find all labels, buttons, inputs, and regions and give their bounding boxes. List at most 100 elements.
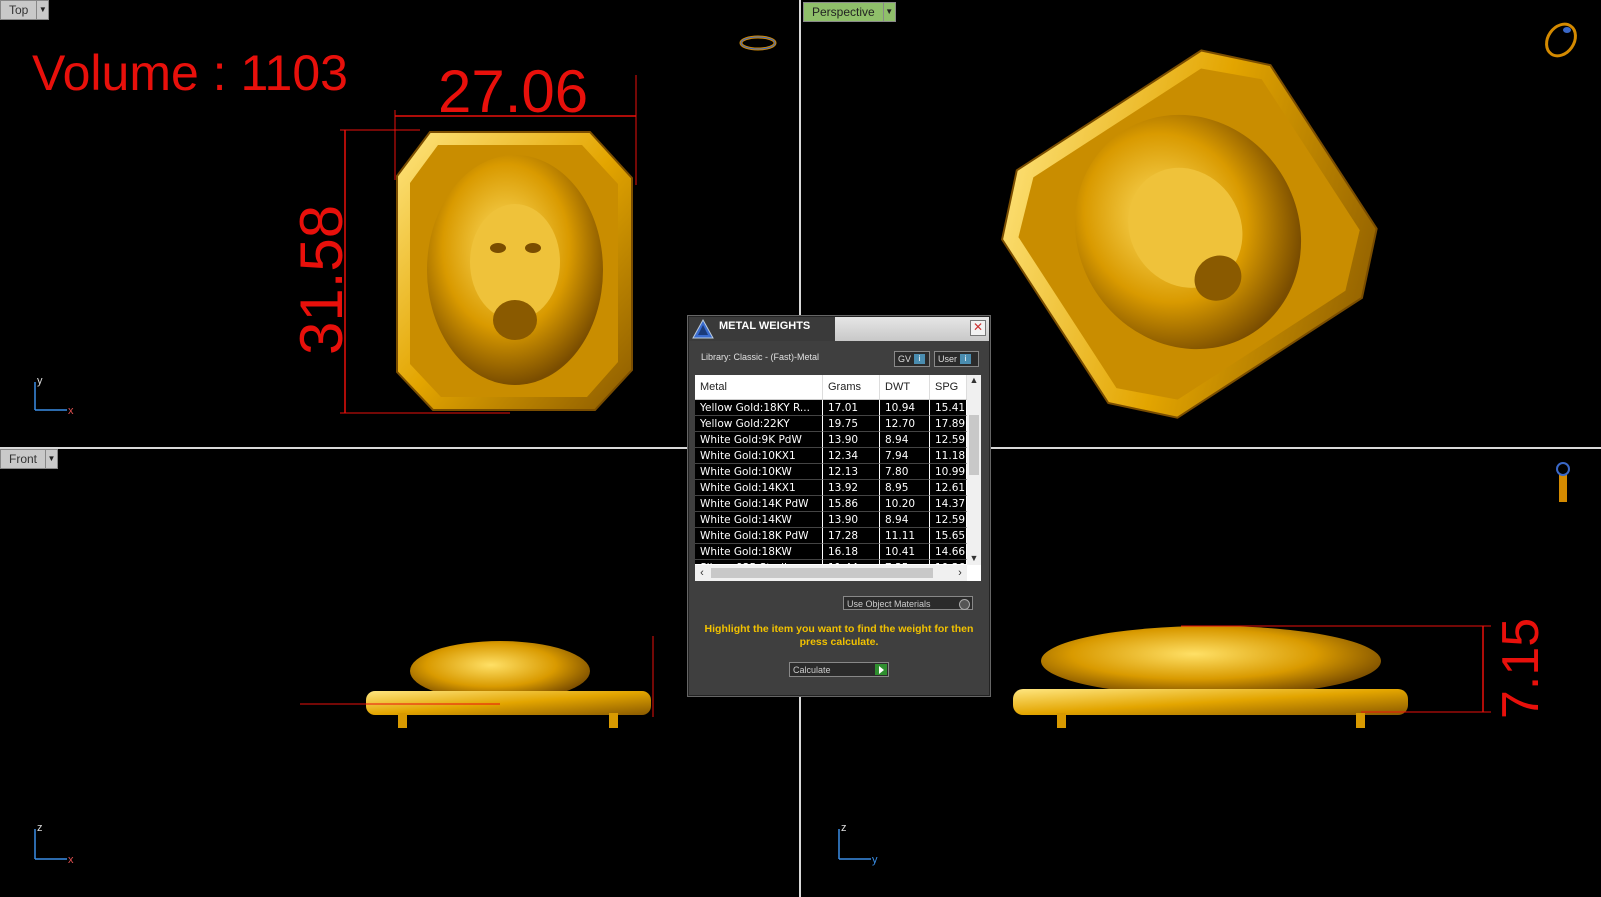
cell-metal: White Gold:14KW <box>695 512 823 528</box>
cell-grams: 12.34 <box>823 448 880 464</box>
matrix-logo-icon <box>692 319 714 339</box>
table-row[interactable]: White Gold:14KW 13.90 8.94 12.59 <box>695 512 967 528</box>
viewport-label-perspective: Perspective <box>803 1 884 22</box>
cell-dwt: 8.95 <box>880 480 930 496</box>
cell-metal: Silver:.925 Sterling <box>695 560 823 564</box>
table-row[interactable]: Yellow Gold:22KY 19.75 12.70 17.89 <box>695 416 967 432</box>
viewport-tab-perspective[interactable]: Perspective ▼ <box>803 1 896 22</box>
ring-perspective-icon[interactable] <box>1541 19 1582 62</box>
cell-metal: White Gold:10KX1 <box>695 448 823 464</box>
lion-plate-top[interactable] <box>396 131 633 411</box>
chevron-down-icon[interactable]: ▼ <box>46 449 59 469</box>
scroll-left-icon[interactable]: ‹ <box>695 565 709 581</box>
cell-grams: 13.92 <box>823 480 880 496</box>
cell-grams: 17.01 <box>823 400 880 416</box>
user-toggle-label: User <box>938 354 958 364</box>
cell-grams: 19.75 <box>823 416 880 432</box>
cell-spg: 15.65 <box>930 528 967 544</box>
lion-plate-right[interactable] <box>1013 626 1408 728</box>
cell-dwt: 12.70 <box>880 416 930 432</box>
calculate-label: Calculate <box>793 665 831 675</box>
cell-spg: 11.18 <box>930 448 967 464</box>
cell-metal: White Gold:10KW <box>695 464 823 480</box>
viewport-front[interactable]: z x Front ▼ <box>0 449 799 897</box>
table-row[interactable]: White Gold:18K PdW 17.28 11.11 15.65 <box>695 528 967 544</box>
scroll-up-icon[interactable]: ▲ <box>967 375 981 387</box>
viewport-tab-front[interactable]: Front ▼ <box>0 449 59 469</box>
info-icon[interactable]: i <box>960 354 972 364</box>
table-row[interactable]: White Gold:10KW 12.13 7.80 10.99 <box>695 464 967 480</box>
table-row[interactable]: White Gold:10KX1 12.34 7.94 11.18 <box>695 448 967 464</box>
viewport-label-front: Front <box>0 449 47 469</box>
axis-y-label: y <box>37 375 43 387</box>
calculate-button[interactable]: Calculate <box>789 662 889 677</box>
chevron-down-icon[interactable]: ▼ <box>883 1 896 22</box>
table-header: Metal Grams DWT SPG <box>695 375 967 400</box>
cell-dwt: 8.94 <box>880 512 930 528</box>
lion-plate-perspective[interactable] <box>975 23 1404 445</box>
use-object-materials-label: Use Object Materials <box>847 599 931 609</box>
radio-icon[interactable] <box>959 599 970 610</box>
cell-metal: White Gold:14K PdW <box>695 496 823 512</box>
ring-view-icon[interactable] <box>739 35 777 51</box>
scroll-down-icon[interactable]: ▼ <box>967 553 981 565</box>
cell-metal: Yellow Gold:18KY R... <box>695 400 823 416</box>
viewport-top[interactable]: Volume : 1103 27.06 31.58 y x Top ▼ <box>0 0 799 447</box>
cell-spg: 17.89 <box>930 416 967 432</box>
table-row[interactable]: White Gold:9K PdW 13.90 8.94 12.59 <box>695 432 967 448</box>
axis-z-label: z <box>37 822 43 834</box>
cell-metal: White Gold:9K PdW <box>695 432 823 448</box>
cell-metal: White Gold:14KX1 <box>695 480 823 496</box>
top-view-canvas: Volume : 1103 27.06 31.58 y x <box>32 35 777 417</box>
scroll-thumb[interactable] <box>711 568 933 578</box>
cell-spg: 12.59 <box>930 432 967 448</box>
cell-spg: 15.41 <box>930 400 967 416</box>
gv-toggle-label: GV <box>898 354 912 364</box>
lion-plate-front[interactable] <box>366 641 651 728</box>
cell-dwt: 11.11 <box>880 528 930 544</box>
info-icon[interactable]: i <box>914 354 926 364</box>
cell-metal: White Gold:18K PdW <box>695 528 823 544</box>
table-row[interactable]: Yellow Gold:18KY R... 17.01 10.94 15.41 <box>695 400 967 416</box>
viewport-tab-top[interactable]: Top ▼ <box>0 0 50 20</box>
viewport-label-top: Top <box>0 0 38 20</box>
ring-side-icon[interactable] <box>1556 462 1570 502</box>
table-row[interactable]: Silver:.925 Sterling11.447.3510.36 <box>695 560 967 564</box>
table-row[interactable]: White Gold:14K PdW 15.86 10.20 14.37 <box>695 496 967 512</box>
depth-dimension: 7.15 <box>1492 618 1550 719</box>
dialog-title-tab: METAL WEIGHTS <box>689 317 835 341</box>
dialog-title: METAL WEIGHTS <box>719 320 811 332</box>
cell-grams: 16.18 <box>823 544 880 560</box>
scroll-thumb[interactable] <box>969 415 979 475</box>
chevron-down-icon[interactable]: ▼ <box>37 0 50 20</box>
cell-grams: 11.44 <box>823 560 880 564</box>
cell-grams: 12.13 <box>823 464 880 480</box>
dialog-titlebar[interactable]: METAL WEIGHTS ✕ <box>689 317 989 341</box>
cell-dwt: 7.35 <box>880 560 930 564</box>
scroll-right-icon[interactable]: › <box>953 565 967 581</box>
table-body: Yellow Gold:18KY R... 17.01 10.94 15.41 Yell… <box>695 400 967 564</box>
close-icon[interactable]: ✕ <box>970 320 986 336</box>
cell-dwt: 10.94 <box>880 400 930 416</box>
column-header-grams[interactable]: Grams <box>823 375 880 399</box>
cell-grams: 15.86 <box>823 496 880 512</box>
library-label: Library: Classic - (Fast)-Metal <box>701 352 820 362</box>
column-header-metal[interactable]: Metal <box>695 375 823 399</box>
vertical-scrollbar[interactable]: ▲ ▼ <box>967 375 981 565</box>
cell-dwt: 10.41 <box>880 544 930 560</box>
use-object-materials-option[interactable]: Use Object Materials <box>843 596 973 610</box>
horizontal-scrollbar[interactable]: ‹ › <box>695 565 967 581</box>
cell-spg: 12.59 <box>930 512 967 528</box>
table-row[interactable]: White Gold:18KW 16.18 10.41 14.66 <box>695 544 967 560</box>
play-icon <box>875 664 887 675</box>
gv-toggle[interactable]: GV i <box>894 351 930 367</box>
cell-spg: 10.36 <box>930 560 967 564</box>
column-header-spg[interactable]: SPG <box>930 375 967 399</box>
instruction-text: Highlight the item you want to find the … <box>704 623 974 648</box>
cell-spg: 12.61 <box>930 480 967 496</box>
column-header-dwt[interactable]: DWT <box>880 375 930 399</box>
cell-metal: White Gold:18KW <box>695 544 823 560</box>
table-row[interactable]: White Gold:14KX1 13.92 8.95 12.61 <box>695 480 967 496</box>
user-toggle[interactable]: User i <box>934 351 979 367</box>
cell-grams: 13.90 <box>823 512 880 528</box>
